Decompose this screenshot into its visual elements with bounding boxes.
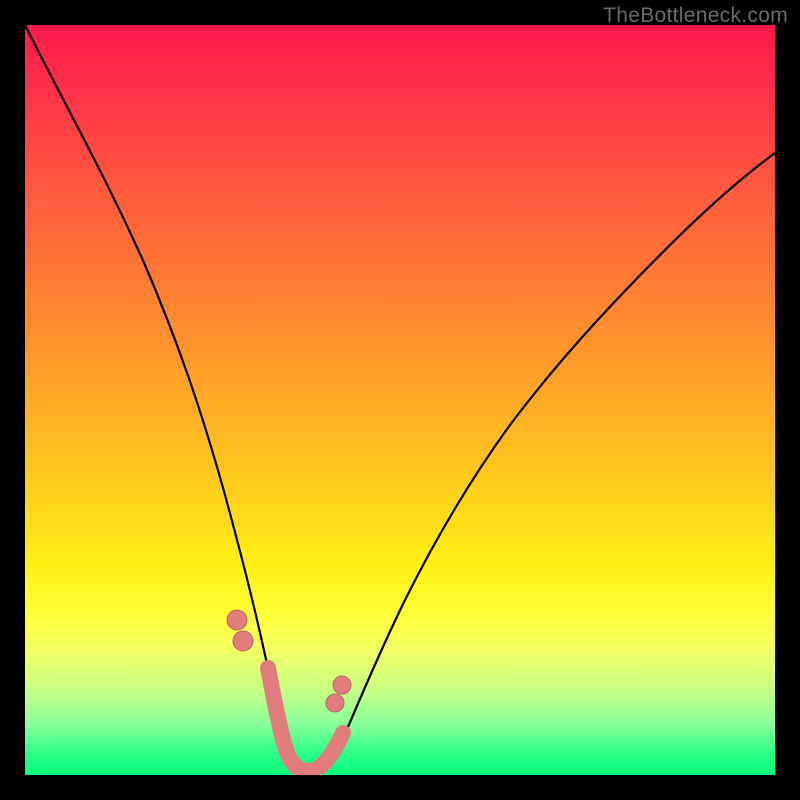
chart-plot-area [25, 25, 775, 775]
bead-marker [333, 676, 351, 694]
watermark-label: TheBottleneck.com [603, 4, 788, 28]
chart-svg [25, 25, 775, 775]
bottleneck-curve [25, 25, 775, 772]
bead-marker [326, 694, 344, 712]
bead-marker [227, 610, 247, 630]
bead-segment [268, 668, 343, 771]
chart-frame: TheBottleneck.com [0, 0, 800, 800]
bead-marker [233, 631, 253, 651]
